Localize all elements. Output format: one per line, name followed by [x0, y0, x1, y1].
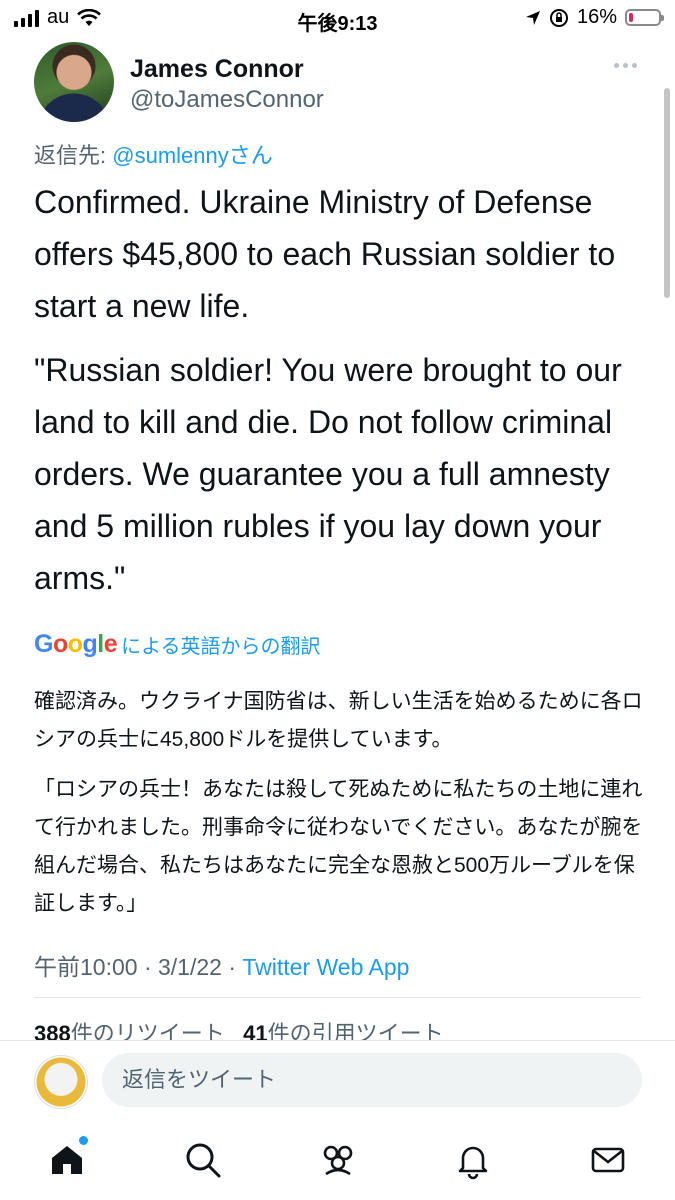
communities-tab[interactable]	[316, 1138, 360, 1182]
translation-attribution[interactable]: Google による英語からの翻訳	[34, 630, 321, 659]
google-logo: Google	[34, 630, 118, 658]
tweet-body: Confirmed. Ukraine Ministry of Defense o…	[34, 176, 644, 604]
more-options-icon[interactable]	[614, 58, 644, 72]
reply-bar	[0, 1040, 675, 1121]
home-icon	[52, 1146, 82, 1174]
search-tab[interactable]	[181, 1138, 225, 1182]
translation-label: による英語からの翻訳	[121, 636, 321, 658]
tweet-timestamp: 午前10:00 · 3/1/22 ·	[34, 954, 243, 980]
notifications-icon	[458, 1146, 488, 1180]
messages-tab[interactable]	[586, 1138, 630, 1182]
quotes-count: 41	[243, 1021, 268, 1040]
translated-text: 確認済み。ウクライナ国防省は、新しい生活を始めるために各ロシアの兵士に45,80…	[34, 683, 644, 923]
divider	[34, 997, 641, 998]
quotes-stat[interactable]: 41件の引用ツイート	[243, 1021, 444, 1040]
search-icon	[186, 1143, 221, 1178]
status-right: 16%	[525, 6, 664, 29]
author-name[interactable]: James Connor	[130, 55, 304, 84]
user-avatar[interactable]	[34, 1055, 88, 1109]
retweets-label: 件のリツイート	[70, 1021, 225, 1040]
notifications-tab[interactable]	[451, 1138, 495, 1182]
quotes-label: 件の引用ツイート	[267, 1021, 444, 1040]
communities-icon	[323, 1145, 353, 1176]
tweet-paragraph: Confirmed. Ukraine Ministry of Defense o…	[34, 184, 616, 324]
retweets-count: 388	[34, 1021, 71, 1040]
bottom-nav	[0, 1120, 675, 1200]
orientation-lock-icon	[549, 8, 568, 27]
author-avatar[interactable]	[34, 42, 114, 122]
reply-input[interactable]	[102, 1053, 642, 1107]
translated-paragraph: 「ロシアの兵士！あなたは殺して死ぬために私たちの土地に連れて行かれました。刑事命…	[34, 778, 643, 915]
location-arrow-icon	[525, 10, 540, 25]
reply-mention-link[interactable]: @sumlenny	[112, 143, 229, 168]
reply-prefix: 返信先:	[34, 143, 107, 168]
reply-suffix: さん	[228, 143, 273, 168]
battery-percent: 16%	[576, 6, 617, 28]
home-tab[interactable]	[45, 1136, 89, 1182]
battery-icon	[625, 9, 664, 26]
tweet-stats: 388件のリツイート 41件の引用ツイート	[34, 1016, 444, 1040]
reply-context: 返信先: @sumlennyさん	[34, 138, 273, 170]
tweet-paragraph: "Russian soldier! You were brought to ou…	[34, 352, 622, 596]
retweets-stat[interactable]: 388件のリツイート	[34, 1021, 225, 1040]
battery-level	[629, 13, 633, 22]
messages-icon	[591, 1147, 625, 1173]
home-unread-dot	[79, 1136, 88, 1145]
scrollbar[interactable]	[664, 88, 670, 298]
author-handle[interactable]: @toJamesConnor	[130, 86, 324, 114]
tweet-meta: 午前10:00 · 3/1/22 · Twitter Web App	[34, 948, 409, 982]
status-bar: au 午後9:13 16%	[0, 0, 675, 36]
translated-paragraph: 確認済み。ウクライナ国防省は、新しい生活を始めるために各ロシアの兵士に45,80…	[34, 690, 643, 751]
tweet-source-link[interactable]: Twitter Web App	[242, 954, 409, 980]
